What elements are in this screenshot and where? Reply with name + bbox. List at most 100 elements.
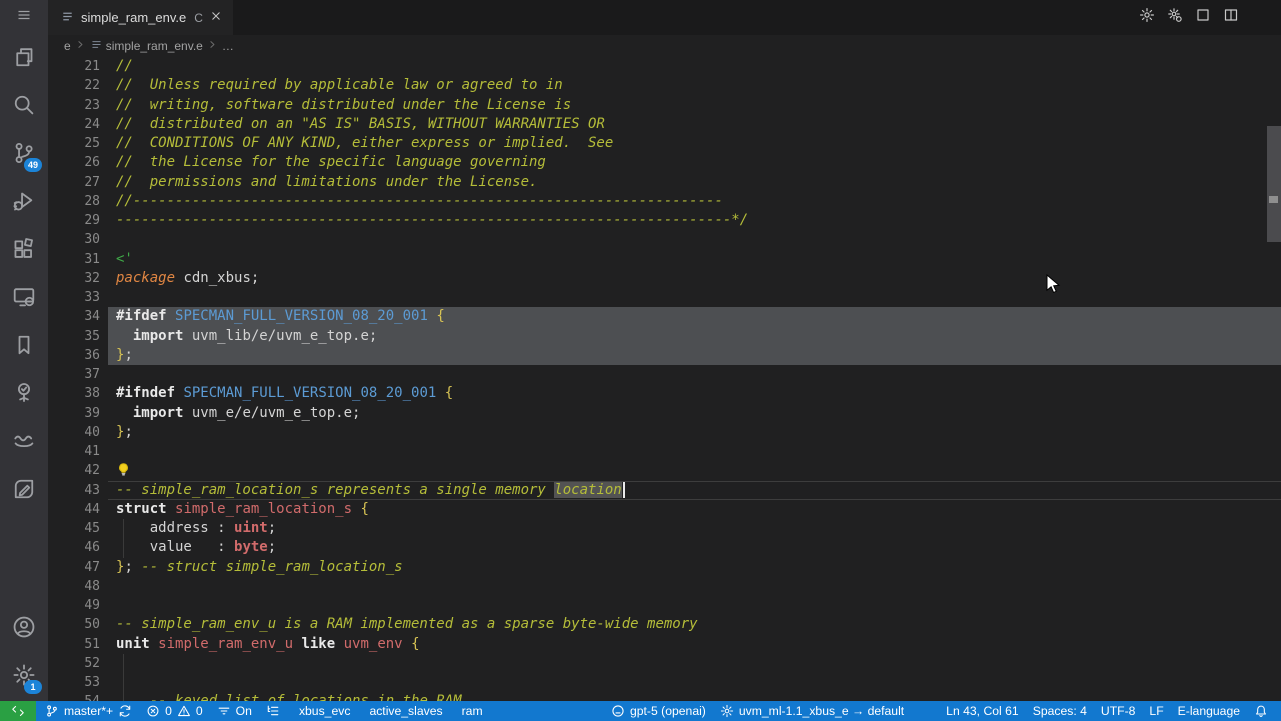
statusbar-encoding[interactable]: UTF-8 [1094, 701, 1143, 721]
code-line-text[interactable]: }; [108, 423, 1281, 442]
statusbar-language-mode[interactable]: E-language [1171, 701, 1247, 721]
code-line-text[interactable]: <' [108, 250, 1281, 269]
line-number[interactable]: 21 [48, 57, 108, 76]
line-number[interactable]: 47 [48, 558, 108, 577]
line-number[interactable]: 41 [48, 442, 108, 461]
code-line-text[interactable] [108, 365, 1281, 384]
line-number[interactable]: 40 [48, 423, 108, 442]
statusbar-problems[interactable]: 00 [139, 701, 210, 721]
activity-explorer[interactable] [0, 35, 48, 83]
line-number[interactable]: 46 [48, 538, 108, 557]
line-number[interactable]: 48 [48, 577, 108, 596]
line-number[interactable]: 31 [48, 250, 108, 269]
code-line-text[interactable]: // [108, 57, 1281, 76]
activity-extensions[interactable] [0, 227, 48, 275]
code-line-text[interactable] [108, 461, 1281, 480]
line-number[interactable]: 35 [48, 327, 108, 346]
line-number[interactable]: 34 [48, 307, 108, 326]
line-number[interactable]: 28 [48, 192, 108, 211]
breadcrumb-item[interactable]: simple_ram_env.e [90, 38, 203, 54]
breadcrumb-item[interactable]: … [222, 39, 234, 53]
code-line-text[interactable]: unit simple_ram_env_u like uvm_env { [108, 635, 1281, 654]
gear-action-1-icon[interactable] [1139, 7, 1155, 28]
line-number[interactable]: 33 [48, 288, 108, 307]
activity-testing[interactable] [0, 371, 48, 419]
statusbar-toggle-on[interactable]: On [210, 701, 259, 721]
activity-remote-explorer[interactable] [0, 275, 48, 323]
line-number[interactable]: 53 [48, 673, 108, 692]
code-line-text[interactable]: ----------------------------------------… [108, 211, 1281, 230]
line-number[interactable]: 37 [48, 365, 108, 384]
statusbar-cursor-position[interactable]: Ln 43, Col 61 [939, 701, 1026, 721]
activity-additional-views[interactable] [0, 515, 48, 563]
activity-notes-extension[interactable] [0, 467, 48, 515]
code-line-text[interactable] [108, 596, 1281, 615]
code-line-text[interactable]: import uvm_e/e/uvm_e_top.e; [108, 404, 1281, 423]
scrollbar-thumb[interactable] [1267, 126, 1281, 242]
code-line-text[interactable] [108, 673, 1281, 692]
code-line-text[interactable]: address : uint; [108, 519, 1281, 538]
statusbar-notifications[interactable] [1247, 701, 1275, 721]
line-number[interactable]: 52 [48, 654, 108, 673]
line-number[interactable]: 22 [48, 76, 108, 95]
code-line-text[interactable]: struct simple_ram_location_s { [108, 500, 1281, 519]
line-number[interactable]: 54 [48, 692, 108, 701]
close-icon[interactable] [209, 9, 223, 26]
gear-action-2-icon[interactable] [1167, 7, 1183, 28]
activity-accounts[interactable] [0, 605, 48, 653]
code-line-text[interactable] [108, 654, 1281, 673]
tab-simple-ram-env[interactable]: simple_ram_env.e C [48, 0, 233, 35]
code-line-text[interactable]: // distributed on an "AS IS" BASIS, WITH… [108, 115, 1281, 134]
code-line-text[interactable] [108, 442, 1281, 461]
line-number[interactable]: 42 [48, 461, 108, 480]
activity-waves-extension[interactable] [0, 419, 48, 467]
line-number[interactable]: 24 [48, 115, 108, 134]
activity-search[interactable] [0, 83, 48, 131]
menu-button[interactable] [0, 0, 48, 35]
code-line-text[interactable]: }; [108, 346, 1281, 365]
open-preview-icon[interactable] [1195, 7, 1211, 28]
line-number[interactable]: 51 [48, 635, 108, 654]
code-line-text[interactable]: value : byte; [108, 538, 1281, 557]
line-number[interactable]: 26 [48, 153, 108, 172]
line-number[interactable]: 32 [48, 269, 108, 288]
code-line-text[interactable]: // permissions and limitations under the… [108, 173, 1281, 192]
statusbar-git-branch[interactable]: master*+ [38, 701, 139, 721]
code-line-text[interactable]: //--------------------------------------… [108, 192, 1281, 211]
line-number[interactable]: 50 [48, 615, 108, 634]
breadcrumb-item[interactable]: e [64, 39, 71, 53]
code-line-text[interactable]: // CONDITIONS OF ANY KIND, either expres… [108, 134, 1281, 153]
line-number[interactable]: 27 [48, 173, 108, 192]
line-number[interactable]: 44 [48, 500, 108, 519]
statusbar-eol-sequence[interactable]: LF [1142, 701, 1170, 721]
line-number[interactable]: 29 [48, 211, 108, 230]
line-number[interactable]: 36 [48, 346, 108, 365]
code-line-text[interactable] [108, 288, 1281, 307]
statusbar-model-selector[interactable]: gpt-5 (openai) [604, 701, 713, 721]
statusbar-language-status[interactable] [911, 701, 939, 721]
line-number[interactable]: 25 [48, 134, 108, 153]
code-line-text[interactable]: // the License for the specific language… [108, 153, 1281, 172]
code-line-text[interactable]: #ifdef SPECMAN_FULL_VERSION_08_20_001 { [108, 307, 1281, 326]
code-line-text[interactable]: // Unless required by applicable law or … [108, 76, 1281, 95]
code-line-text[interactable]: -- keyed list of locations in the RAM [108, 692, 1281, 701]
line-number[interactable]: 39 [48, 404, 108, 423]
code-line-text[interactable]: package cdn_xbus; [108, 269, 1281, 288]
line-number[interactable]: 49 [48, 596, 108, 615]
code-line-text[interactable]: -- simple_ram_env_u is a RAM implemented… [108, 615, 1281, 634]
line-number[interactable]: 30 [48, 230, 108, 249]
line-number[interactable]: 43 [48, 481, 108, 500]
scrollbar[interactable] [1267, 57, 1281, 701]
statusbar-config-selector[interactable]: uvm_ml-1.1_xbus_e → default [713, 701, 911, 721]
code-line-text[interactable] [108, 577, 1281, 596]
code-line-text[interactable]: }; -- struct simple_ram_location_s [108, 558, 1281, 577]
line-number[interactable]: 38 [48, 384, 108, 403]
code-area[interactable]: 21//22// Unless required by applicable l… [48, 57, 1281, 701]
line-number[interactable]: 45 [48, 519, 108, 538]
activity-bookmarks[interactable] [0, 323, 48, 371]
code-line-text[interactable]: // writing, software distributed under t… [108, 96, 1281, 115]
statusbar-remote-indicator[interactable] [0, 701, 36, 721]
statusbar-indentation[interactable]: Spaces: 4 [1026, 701, 1094, 721]
activity-manage-settings[interactable]: 1 [0, 653, 48, 701]
statusbar-scope-breadcrumb[interactable]: xbus_evcactive_slavesram [259, 701, 490, 721]
